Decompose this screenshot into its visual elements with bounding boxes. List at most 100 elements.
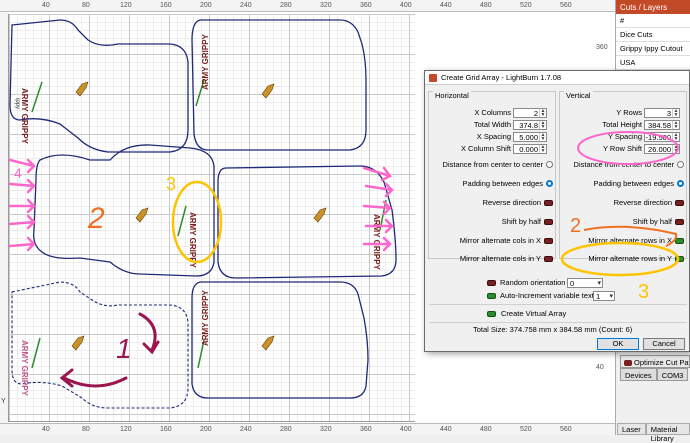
design-text: ARMY GRIPPY [201,33,210,90]
option-label: Distance from center to center [442,160,543,169]
padding-radio[interactable] [677,180,684,187]
x-column-shift-row: X Column Shift 0.000 ▲ ▼ [429,144,555,155]
reverse-option: Reverse direction [560,198,686,209]
shift-half-toggle[interactable] [544,219,553,225]
layer-row[interactable]: Grippy Ippy Cutout [616,42,690,56]
mirror-rows-y-option: Mirror alternate rows in Y [560,254,686,265]
optimize-label: Optimize Cut Path [634,358,690,367]
optimize-cut-path-checkbox[interactable]: Optimize Cut Path [620,355,690,368]
tab-material-library[interactable]: Material Library [645,423,690,443]
spin-icon[interactable]: ▲ ▼ [672,133,679,142]
vertical-group: Vertical Y Rows 3 ▲ ▼ Total Height 384.58 ▲… [559,91,687,263]
ok-button[interactable]: OK [597,338,639,350]
combo-value: 0 [570,279,575,288]
annotation-number: 1 [116,333,132,364]
field-label: X Columns [474,108,511,117]
mirror-cols-y-toggle[interactable] [544,256,553,262]
panel-title: Cuts / Layers [616,0,690,14]
shape-outline [191,19,367,151]
tab-laser[interactable]: Laser [617,423,646,435]
option-label: Distance from center to center [573,160,674,169]
field-value: -19.500 [645,133,671,142]
layer-row[interactable]: Dice Cuts [616,28,690,42]
create-virtual-toggle[interactable] [487,311,496,317]
x-column-shift-input[interactable]: 0.000 ▲ ▼ [513,144,547,154]
mirror-rows-y-toggle[interactable] [675,256,684,262]
field-value: 0.000 [519,145,538,154]
padding-option: Padding between edges [560,179,686,190]
spin-icon[interactable]: ▲ ▼ [539,121,546,130]
bottom-tabs: Laser Material Library [617,423,690,443]
field-label: Y Row Shift [602,144,642,153]
spin-icon[interactable]: ▲ ▼ [672,109,679,118]
dialog-titlebar[interactable]: Create Grid Array - LightBurn 1.7.08 [425,71,689,85]
group-label: Horizontal [433,91,471,100]
total-height-input[interactable]: 384.58 ▲ ▼ [644,120,680,130]
combo-value: 1 [596,292,601,301]
lightburn-icon [429,74,437,82]
devices-button[interactable]: Devices [620,368,657,381]
distance-radio[interactable] [677,161,684,168]
shift-half-option: Shift by half [560,217,686,228]
x-columns-input[interactable]: 2 ▲ ▼ [513,108,547,118]
dialog-title: Create Grid Array - LightBurn 1.7.08 [441,73,562,82]
spin-icon[interactable]: ▲ ▼ [672,145,679,154]
mirror-cols-x-option: Mirror alternate cols in X [429,236,555,247]
mirror-rows-x-toggle[interactable] [675,238,684,244]
option-label: Auto-Increment variable text [500,291,594,300]
random-orientation-select[interactable]: 0 [567,278,603,288]
field-label: Total Width [473,120,511,129]
y-row-shift-input[interactable]: 26.000 ▲ ▼ [644,144,680,154]
option-label: Shift by half [501,217,541,226]
spin-icon[interactable]: ▲ ▼ [672,121,679,130]
reverse-option: Reverse direction [429,198,555,209]
design-text: ARMY GRIPPY [20,88,29,145]
option-label: Reverse direction [482,198,541,207]
annotation-number: 2 [87,202,105,235]
total-width-input[interactable]: 374.8 ▲ ▼ [513,120,547,130]
field-label: X Column Shift [460,144,511,153]
annotation-number: 4 [14,165,22,181]
field-value: 384.58 [648,121,671,130]
spin-icon[interactable]: ▲ ▼ [539,133,546,142]
auto-increment-row: Auto-Increment variable text 1 [487,291,667,302]
x-spacing-input[interactable]: 5.000 ▲ ▼ [513,132,547,142]
mirror-rows-x-option: Mirror alternate rows in X [560,236,686,247]
auto-increment-toggle[interactable] [487,293,496,299]
divider [429,304,687,305]
spin-icon[interactable]: ▲ ▼ [539,145,546,154]
shift-half-toggle[interactable] [675,219,684,225]
annotation-arrows [8,158,394,252]
field-value: 374.8 [519,121,538,130]
create-grid-array-dialog: Create Grid Array - LightBurn 1.7.08 Hor… [424,70,690,352]
toggle-icon [624,360,632,367]
cancel-button[interactable]: Cancel [643,338,685,350]
random-orientation-row: Random orientation 0 [487,278,647,289]
com-port-select[interactable]: COM3 [656,368,689,381]
y-spacing-input[interactable]: -19.500 ▲ ▼ [644,132,680,142]
padding-radio[interactable] [546,180,553,187]
field-value: 5.000 [519,133,538,142]
auto-increment-select[interactable]: 1 [593,291,615,301]
field-label: Total Height [602,120,642,129]
shape-outline [217,165,397,279]
shape-outline [9,19,189,153]
option-label: Padding between edges [462,179,543,188]
shape-outline [33,144,215,277]
layer-row[interactable]: USA [616,56,690,70]
design-text: ARMY GRIPPY [20,340,29,397]
option-label: Shift by half [632,217,672,226]
random-orientation-toggle[interactable] [487,280,496,286]
y-rows-input[interactable]: 3 ▲ ▼ [644,108,680,118]
divider [429,322,687,323]
field-label: Y Rows [616,108,642,117]
distance-option: Distance from center to center [429,160,555,171]
field-label: X Spacing [476,132,511,141]
x-columns-row: X Columns 2 ▲ ▼ [429,108,555,119]
mirror-cols-x-toggle[interactable] [544,238,553,244]
reverse-toggle[interactable] [675,200,684,206]
reverse-toggle[interactable] [544,200,553,206]
spin-icon[interactable]: ▲ ▼ [539,109,546,118]
create-virtual-row: Create Virtual Array [487,309,627,320]
distance-radio[interactable] [546,161,553,168]
